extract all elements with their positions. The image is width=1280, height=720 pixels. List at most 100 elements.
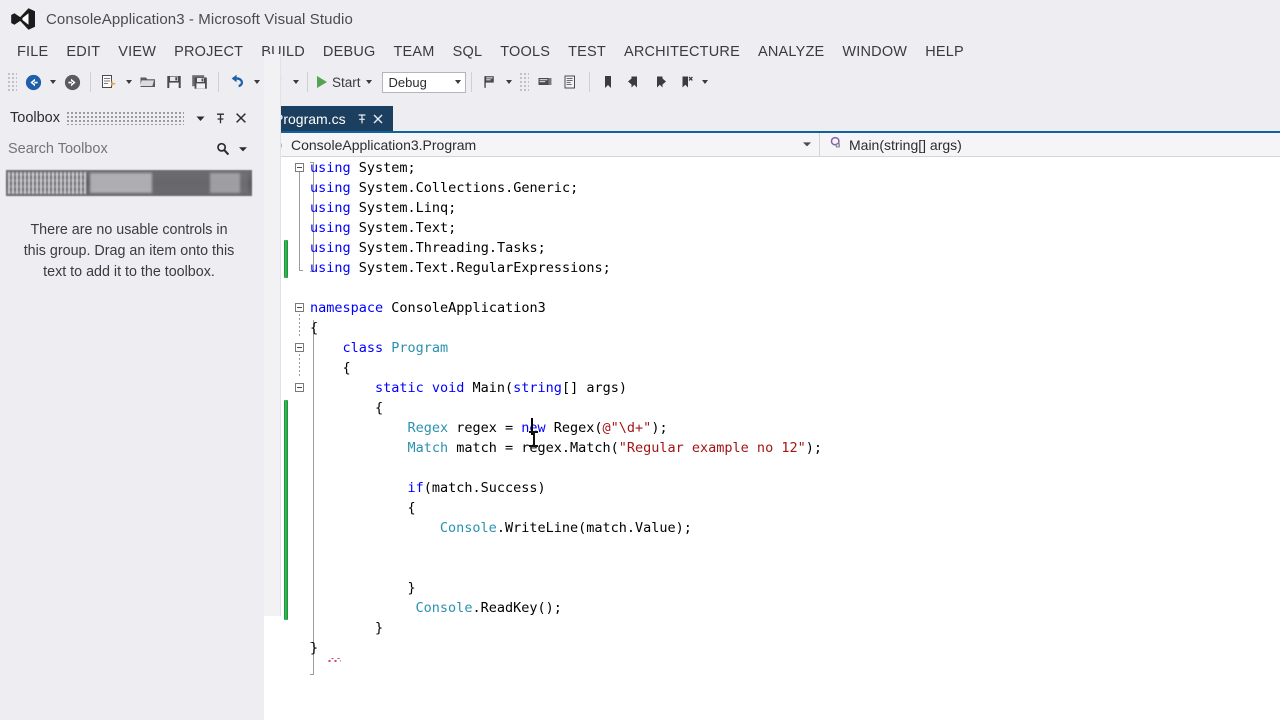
code-line[interactable]: Console.WriteLine(match.Value); [440,518,692,538]
editor-left-margin-strip[interactable] [264,54,281,616]
undo-dropdown-icon[interactable] [250,70,263,94]
menu-help[interactable]: HELP [916,42,973,62]
bookmark-icon[interactable] [595,70,621,94]
chevron-down-icon[interactable] [234,140,252,158]
toolbox-group-item[interactable] [6,170,252,196]
pin-icon[interactable] [354,110,370,128]
toolbar-grip[interactable] [518,72,529,92]
menu-tools[interactable]: TOOLS [491,42,559,62]
find-dropdown-icon[interactable] [503,70,516,94]
solution-configuration-value: Debug [388,74,427,90]
chevron-down-icon[interactable] [192,109,210,127]
toolbox-drag-dots[interactable] [65,111,184,125]
magnifier-icon[interactable] [214,140,232,158]
find-in-files-icon[interactable] [477,70,503,94]
comment-icon[interactable] [532,70,558,94]
menu-architecture[interactable]: ARCHITECTURE [615,42,749,62]
previous-bookmark-icon[interactable] [621,70,647,94]
toolbox-panel: Toolbox Search Toolbox There are no usab… [0,104,258,720]
new-project-dropdown-icon[interactable] [122,70,135,94]
solution-configuration-combobox[interactable]: Debug [381,71,466,93]
menu-window[interactable]: WINDOW [833,42,916,62]
member-dropdown-value: Main(string[] args) [849,136,962,153]
save-all-icon[interactable] [187,70,213,94]
code-token: regex = [448,420,522,436]
save-icon[interactable] [161,70,187,94]
code-token: "Regular example no 12" [618,440,806,456]
code-line[interactable]: using System.Threading.Tasks; [310,238,546,258]
navigate-back-icon[interactable] [20,70,46,94]
menu-edit[interactable]: EDIT [57,42,109,62]
code-token: using [310,160,351,176]
menu-build[interactable]: BUILD [252,42,314,62]
menu-sql[interactable]: SQL [444,42,492,62]
code-line[interactable]: using System.Text.RegularExpressions; [310,258,611,278]
code-line[interactable]: { [310,318,318,338]
code-line[interactable]: } [407,578,415,598]
toolbar-grip[interactable] [7,72,17,92]
code-token: { [342,360,351,376]
code-line[interactable]: using System.Linq; [310,198,456,218]
redo-dropdown-icon[interactable] [289,70,302,94]
start-debug-button[interactable]: Start [313,70,376,94]
toolbox-empty-message: There are no usable controls in this gro… [23,222,235,280]
code-token: System.Threading.Tasks; [358,240,546,256]
code-text[interactable]: using System; using System.Collections.Ge… [264,158,1280,720]
code-line[interactable]: using System.Collections.Generic; [310,178,578,198]
menu-file[interactable]: FILE [8,42,57,62]
new-project-icon[interactable] [96,70,122,94]
code-line[interactable]: static void Main(string[] args) [375,378,627,398]
menu-team[interactable]: TEAM [385,42,444,62]
toolbar-overflow-icon[interactable] [699,70,712,94]
code-line[interactable]: using System.Text; [310,218,456,238]
undo-icon[interactable] [224,70,250,94]
member-dropdown[interactable]: Main(string[] args) [820,133,1280,157]
code-line[interactable]: { [407,498,415,518]
code-line[interactable]: Console.ReadKey(); [416,598,562,618]
pin-icon[interactable] [212,109,230,127]
code-line[interactable]: } [310,638,318,658]
code-line[interactable]: { [375,398,383,418]
code-line[interactable]: namespace ConsoleApplication3 [310,298,546,318]
code-line[interactable]: { [342,358,350,378]
menu-view[interactable]: VIEW [109,42,165,62]
visual-studio-window: ConsoleApplication3 - Microsoft Visual S… [0,0,1280,720]
toolbox-search-row[interactable] [8,134,252,164]
code-token: using [310,260,351,276]
code-line[interactable]: Match match = regex.Match("Regular examp… [407,438,822,458]
mouse-ibeam-cursor [529,430,538,448]
menu-debug[interactable]: DEBUG [314,42,385,62]
chevron-down-icon[interactable] [802,136,812,154]
next-bookmark-icon[interactable] [647,70,673,94]
code-token: } [407,580,416,596]
code-editor-surface[interactable]: using System; using System.Collections.Ge… [264,158,1280,720]
close-icon[interactable] [232,109,250,127]
code-line[interactable]: using System; [310,158,416,178]
code-line[interactable]: } [375,618,383,638]
code-token: { [374,400,384,416]
code-token: [] args) [561,380,627,396]
type-dropdown[interactable]: ConsoleApplication3.Program [264,132,820,157]
navigate-back-dropdown-icon[interactable] [46,70,59,94]
uncomment-icon[interactable] [558,70,584,94]
code-token: @"\d+" [602,420,652,436]
menu-project[interactable]: PROJECT [165,42,252,62]
menu-analyze[interactable]: ANALYZE [749,42,833,62]
editor-vertical-scrollbar[interactable] [1265,158,1280,720]
code-line[interactable]: if(match.Success) [407,478,545,498]
close-icon[interactable] [370,110,386,128]
error-squiggle [328,658,341,662]
navigate-forward-icon[interactable] [59,70,85,94]
code-line[interactable]: class Program [342,338,448,358]
start-dropdown-icon[interactable] [365,80,372,84]
toolbox-search-input[interactable] [8,140,212,157]
tab-program-cs[interactable]: Program.cs [264,106,393,131]
open-file-icon[interactable] [135,70,161,94]
code-token: namespace [310,300,384,316]
code-token: ); [651,420,668,436]
menu-test[interactable]: TEST [559,42,615,62]
clear-bookmarks-icon[interactable] [673,70,699,94]
